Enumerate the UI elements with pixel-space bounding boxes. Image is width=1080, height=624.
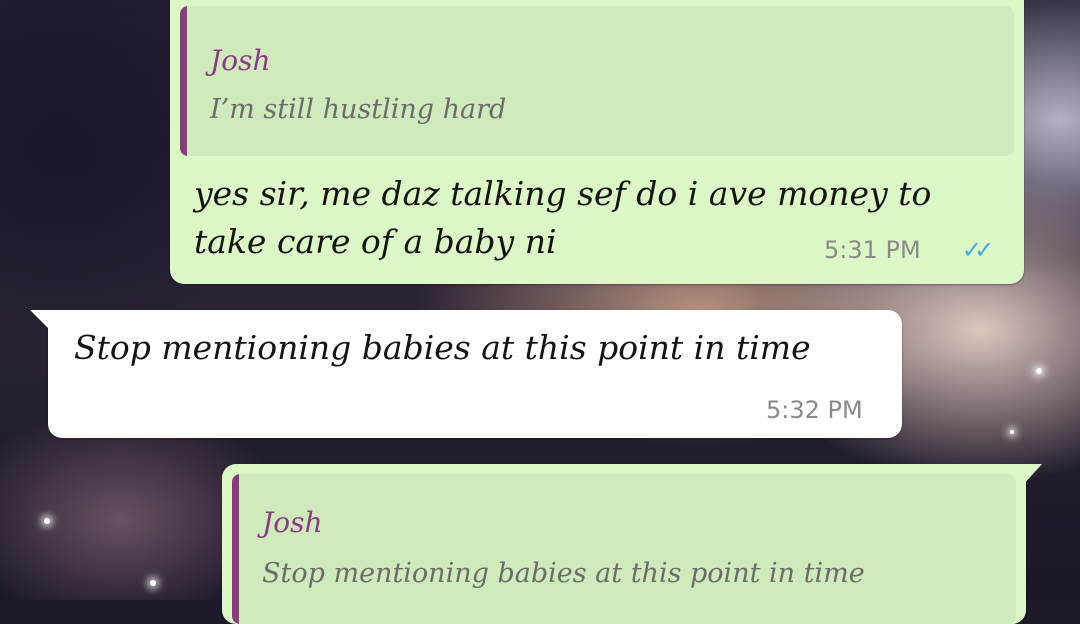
quoted-text: I’m still hustling hard [210,94,507,125]
outgoing-message-bubble[interactable]: Josh Stop mentioning babies at this poin… [222,464,1042,624]
bubble-tail [1022,464,1042,486]
bubble-tail [30,310,52,332]
outgoing-message-bubble[interactable]: Josh I’m still hustling hard yes sir, me… [170,0,1024,284]
incoming-message-bubble[interactable]: Stop mentioning babies at this point in … [30,310,902,438]
wallpaper-sparkle [44,518,50,524]
message-text: Stop mentioning babies at this point in … [74,328,811,367]
message-timestamp: 5:31 PM [824,236,921,264]
wallpaper-sparkle [150,580,156,586]
quote-accent-bar [232,474,239,624]
quoted-text: Stop mentioning babies at this point in … [262,558,865,589]
quoted-author: Josh [210,44,271,77]
quoted-message[interactable]: Josh Stop mentioning babies at this poin… [232,474,1016,624]
wallpaper-sparkle [1036,368,1042,374]
quoted-message[interactable]: Josh I’m still hustling hard [180,6,1014,156]
quoted-author: Josh [262,506,323,539]
wallpaper-sparkle [1010,430,1014,434]
quote-accent-bar [180,6,187,156]
double-check-read-icon: ✓✓ [962,236,994,264]
message-timestamp: 5:32 PM [766,396,863,424]
